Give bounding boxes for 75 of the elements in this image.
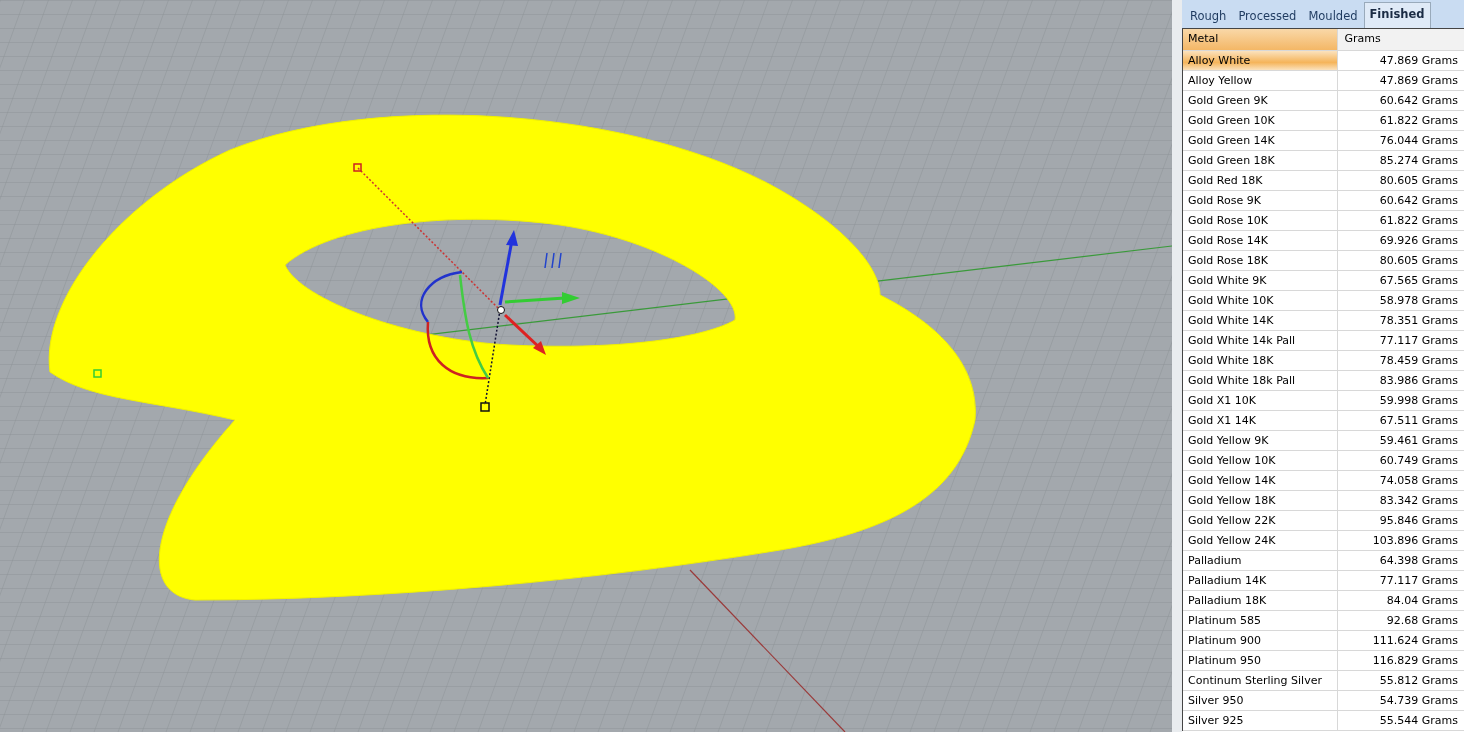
metal-cell[interactable]: Gold X1 14K [1183, 411, 1339, 430]
metal-cell[interactable]: Gold Yellow 22K [1183, 511, 1339, 530]
grams-cell-text: 92.68 Grams [1385, 613, 1459, 629]
metal-cell[interactable]: Silver 950 [1183, 691, 1339, 710]
grams-cell-text: 60.642 Grams [1378, 93, 1459, 109]
grams-cell-text: 111.624 Grams [1371, 633, 1459, 649]
grams-cell-text: 116.829 Grams [1371, 653, 1459, 669]
metal-cell[interactable]: Gold Yellow 9K [1183, 431, 1339, 450]
metal-cell[interactable]: Gold Yellow 18K [1183, 491, 1339, 510]
metal-cell[interactable]: Continum Sterling Silver [1183, 671, 1339, 690]
metal-cell[interactable]: Gold White 18k Pall [1183, 371, 1339, 390]
panel-splitter[interactable] [1172, 0, 1182, 732]
metal-cell[interactable]: Gold Yellow 10K [1183, 451, 1339, 470]
grams-cell-text: 69.926 Grams [1378, 233, 1459, 249]
metal-cell[interactable]: Gold Green 18K [1183, 151, 1339, 170]
grams-cell-text: 58.978 Grams [1378, 293, 1459, 309]
grams-cell-text: 77.117 Grams [1378, 333, 1459, 349]
grams-cell-text: 61.822 Grams [1378, 213, 1459, 229]
metal-cell[interactable]: Gold Rose 14K [1183, 231, 1339, 250]
grams-cell-text: 95.846 Grams [1378, 513, 1459, 529]
metal-cell[interactable]: Alloy White [1183, 51, 1339, 70]
metal-cell[interactable]: Gold Green 14K [1183, 131, 1339, 150]
grams-cell-text: 67.511 Grams [1378, 413, 1459, 429]
metal-cell[interactable]: Gold White 18K [1183, 351, 1339, 370]
grams-cell-text: 77.117 Grams [1378, 573, 1459, 589]
metal-cell[interactable]: Platinum 585 [1183, 611, 1339, 630]
metal-cell[interactable]: Gold White 9K [1183, 271, 1339, 290]
grams-cell-text: 55.544 Grams [1378, 713, 1459, 729]
metal-cell[interactable]: Gold Rose 18K [1183, 251, 1339, 270]
metal-cell[interactable]: Gold Green 9K [1183, 91, 1339, 110]
grams-cell-text: 67.565 Grams [1378, 273, 1459, 289]
grams-cell-text: 54.739 Grams [1378, 693, 1459, 709]
grams-cell-text: 80.605 Grams [1378, 173, 1459, 189]
column-header[interactable]: Metal [1183, 29, 1339, 50]
grams-cell-text: 83.342 Grams [1378, 493, 1459, 509]
grams-cell-text: 84.04 Grams [1385, 593, 1459, 609]
grams-cell-text: 85.274 Grams [1378, 153, 1459, 169]
grams-cell-text: 59.998 Grams [1378, 393, 1459, 409]
grams-cell-text: 55.812 Grams [1378, 673, 1459, 689]
metal-cell[interactable]: Alloy Yellow [1183, 71, 1339, 90]
metal-cell[interactable]: Gold Rose 10K [1183, 211, 1339, 230]
metal-cell[interactable]: Gold White 14k Pall [1183, 331, 1339, 350]
metal-cell[interactable]: Gold White 14K [1183, 311, 1339, 330]
grams-cell-text: 76.044 Grams [1378, 133, 1459, 149]
grams-cell-text: 59.461 Grams [1378, 433, 1459, 449]
grams-cell-text: 78.459 Grams [1378, 353, 1459, 369]
grams-cell-text: 47.869 Grams [1378, 73, 1459, 89]
metal-cell[interactable]: Gold Yellow 24K [1183, 531, 1339, 550]
metal-cell[interactable]: Palladium [1183, 551, 1339, 570]
grams-cell-text: 78.351 Grams [1378, 313, 1459, 329]
grams-cell-text: 83.986 Grams [1378, 373, 1459, 389]
column-header[interactable]: Grams [1338, 29, 1464, 50]
tab[interactable]: Processed [1232, 4, 1303, 28]
metal-cell[interactable]: Gold Green 10K [1183, 111, 1339, 130]
grams-cell-text: 80.605 Grams [1378, 253, 1459, 269]
grams-cell-text: 60.749 Grams [1378, 453, 1459, 469]
metal-cell[interactable]: Gold Rose 9K [1183, 191, 1339, 210]
grams-cell-text: 74.058 Grams [1378, 473, 1459, 489]
grams-cell-text: 103.896 Grams [1371, 533, 1459, 549]
metal-cell[interactable]: Platinum 950 [1183, 651, 1339, 670]
metal-cell[interactable]: Palladium 14K [1183, 571, 1339, 590]
metal-cell[interactable]: Silver 925 [1183, 711, 1339, 730]
metal-cell[interactable]: Platinum 900 [1183, 631, 1339, 650]
tab[interactable]: Rough [1184, 4, 1233, 28]
tab[interactable]: Finished [1363, 2, 1431, 28]
grams-cell-text: 64.398 Grams [1378, 553, 1459, 569]
metal-cell[interactable]: Gold Red 18K [1183, 171, 1339, 190]
grams-cell-text: 47.869 Grams [1378, 53, 1459, 69]
metal-cell[interactable]: Gold X1 10K [1183, 391, 1339, 410]
grams-cell-text: 61.822 Grams [1378, 113, 1459, 129]
tab[interactable]: Moulded [1302, 4, 1364, 28]
metal-cell[interactable]: Palladium 18K [1183, 591, 1339, 610]
metal-cell[interactable]: Gold White 10K [1183, 291, 1339, 310]
metal-cell[interactable]: Gold Yellow 14K [1183, 471, 1339, 490]
grams-cell-text: 60.642 Grams [1378, 193, 1459, 209]
